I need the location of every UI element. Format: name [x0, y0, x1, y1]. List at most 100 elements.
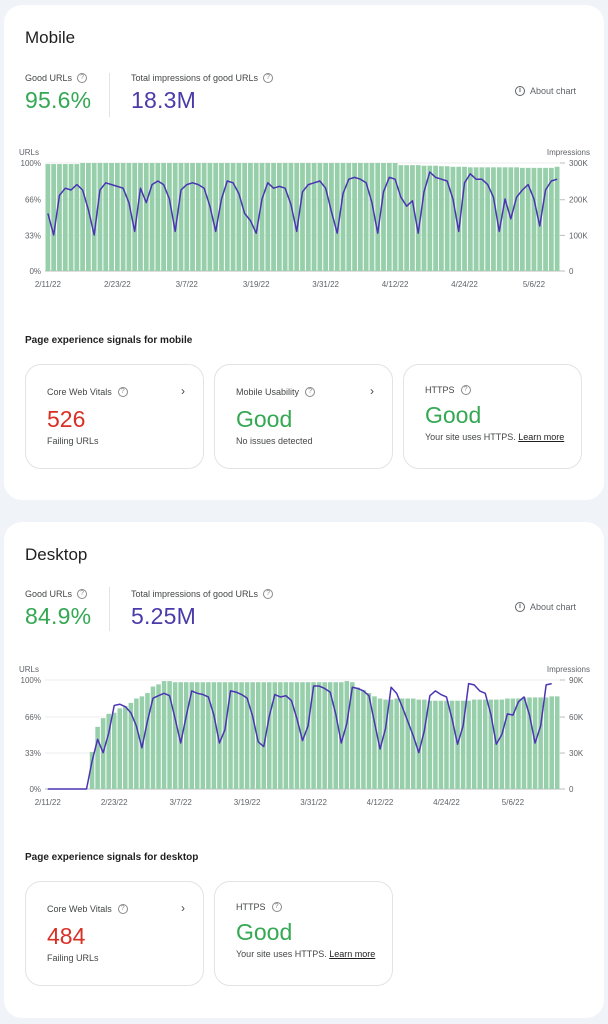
- y-tick-label: 66%: [25, 196, 41, 205]
- core-web-vitals-card[interactable]: Core Web Vitals? › 526 Failing URLs: [25, 364, 204, 469]
- bar: [369, 163, 375, 271]
- bar: [219, 163, 224, 271]
- help-icon[interactable]: ?: [460, 385, 471, 395]
- bar: [57, 164, 62, 271]
- bar: [305, 682, 311, 789]
- bar: [521, 697, 527, 789]
- bar: [444, 700, 449, 789]
- y-tick-label: 100%: [21, 676, 41, 685]
- card-value: Good: [236, 406, 293, 432]
- y2-tick-label: 60K: [569, 713, 584, 722]
- bar: [178, 163, 184, 271]
- help-icon[interactable]: ?: [117, 387, 128, 397]
- bar: [361, 689, 366, 789]
- bar: [398, 165, 404, 271]
- card-label: Core Web Vitals: [47, 904, 112, 914]
- bar: [74, 164, 80, 271]
- core-web-vitals-card[interactable]: Core Web Vitals? › 484 Failing URLs: [25, 881, 204, 986]
- bar: [253, 163, 259, 271]
- bar: [271, 163, 276, 271]
- card-label: HTTPS: [236, 902, 266, 912]
- bar: [427, 700, 433, 789]
- bar: [190, 163, 195, 271]
- bar: [477, 699, 482, 789]
- y-tick-label: 100%: [21, 159, 41, 168]
- bar: [195, 682, 200, 789]
- bar: [282, 163, 288, 271]
- chevron-right-icon[interactable]: ›: [181, 384, 185, 398]
- card-subtext: Failing URLs: [47, 953, 99, 963]
- bar: [554, 696, 560, 789]
- card-subtext: Your site uses HTTPS. Learn more: [236, 949, 375, 959]
- x-tick-label: 2/11/22: [35, 798, 62, 807]
- y-tick-label: 66%: [25, 713, 41, 722]
- bar: [333, 682, 338, 789]
- bar: [421, 165, 427, 271]
- https-status-text: Your site uses HTTPS.: [236, 949, 327, 959]
- learn-more-link[interactable]: Learn more: [518, 432, 564, 442]
- mobile-usability-card[interactable]: Mobile Usability? › Good No issues detec…: [214, 364, 393, 469]
- x-tick-label: 5/6/22: [502, 798, 525, 807]
- bar: [201, 163, 207, 271]
- bar: [200, 682, 206, 789]
- bar: [427, 165, 433, 271]
- bar: [344, 681, 350, 789]
- bar: [394, 698, 399, 789]
- x-tick-label: 4/12/22: [367, 798, 394, 807]
- bar: [222, 682, 228, 789]
- bar: [109, 163, 114, 271]
- bar: [381, 163, 386, 271]
- bar: [195, 163, 201, 271]
- help-icon[interactable]: ?: [271, 902, 282, 912]
- y2-tick-label: 0: [569, 267, 574, 276]
- bar: [172, 682, 178, 789]
- bar: [265, 163, 271, 271]
- https-status-text: Your site uses HTTPS.: [425, 432, 516, 442]
- bar: [207, 163, 213, 271]
- bar: [366, 693, 372, 789]
- bar: [248, 163, 253, 271]
- help-icon[interactable]: ?: [305, 387, 316, 397]
- bar: [514, 167, 519, 271]
- bar: [404, 165, 410, 271]
- bar: [278, 682, 283, 789]
- bar: [543, 697, 549, 789]
- bar: [491, 167, 496, 271]
- bar: [242, 163, 248, 271]
- y-tick-label: 33%: [25, 231, 41, 240]
- y2-tick-label: 90K: [569, 676, 584, 685]
- bar: [311, 163, 317, 271]
- bar: [213, 163, 219, 271]
- section-title: Page experience signals for desktop: [25, 852, 199, 863]
- card-value: 526: [47, 406, 86, 432]
- y-tick-label: 0%: [29, 785, 41, 794]
- bar: [120, 163, 126, 271]
- bar: [363, 163, 369, 271]
- bar: [161, 163, 167, 271]
- chevron-right-icon[interactable]: ›: [370, 384, 374, 398]
- bar: [183, 682, 189, 789]
- card-label: Core Web Vitals: [47, 387, 112, 397]
- bar: [100, 718, 106, 789]
- bar: [316, 682, 322, 789]
- bar: [322, 682, 327, 789]
- help-icon[interactable]: ?: [117, 904, 128, 914]
- x-tick-label: 3/19/22: [243, 280, 270, 289]
- y2-tick-label: 30K: [569, 749, 584, 758]
- x-tick-label: 2/23/22: [101, 798, 128, 807]
- bar: [433, 165, 438, 271]
- bar: [239, 682, 244, 789]
- bar: [236, 163, 242, 271]
- bar: [62, 164, 68, 271]
- chevron-right-icon[interactable]: ›: [181, 901, 185, 915]
- bar: [103, 163, 109, 271]
- bar: [224, 163, 230, 271]
- bar: [289, 682, 294, 789]
- bar: [167, 163, 172, 271]
- y-tick-label: 33%: [25, 749, 41, 758]
- bar: [499, 699, 505, 789]
- learn-more-link[interactable]: Learn more: [329, 949, 375, 959]
- y2-tick-label: 100K: [569, 231, 588, 240]
- bar: [134, 698, 139, 789]
- bar: [502, 167, 508, 271]
